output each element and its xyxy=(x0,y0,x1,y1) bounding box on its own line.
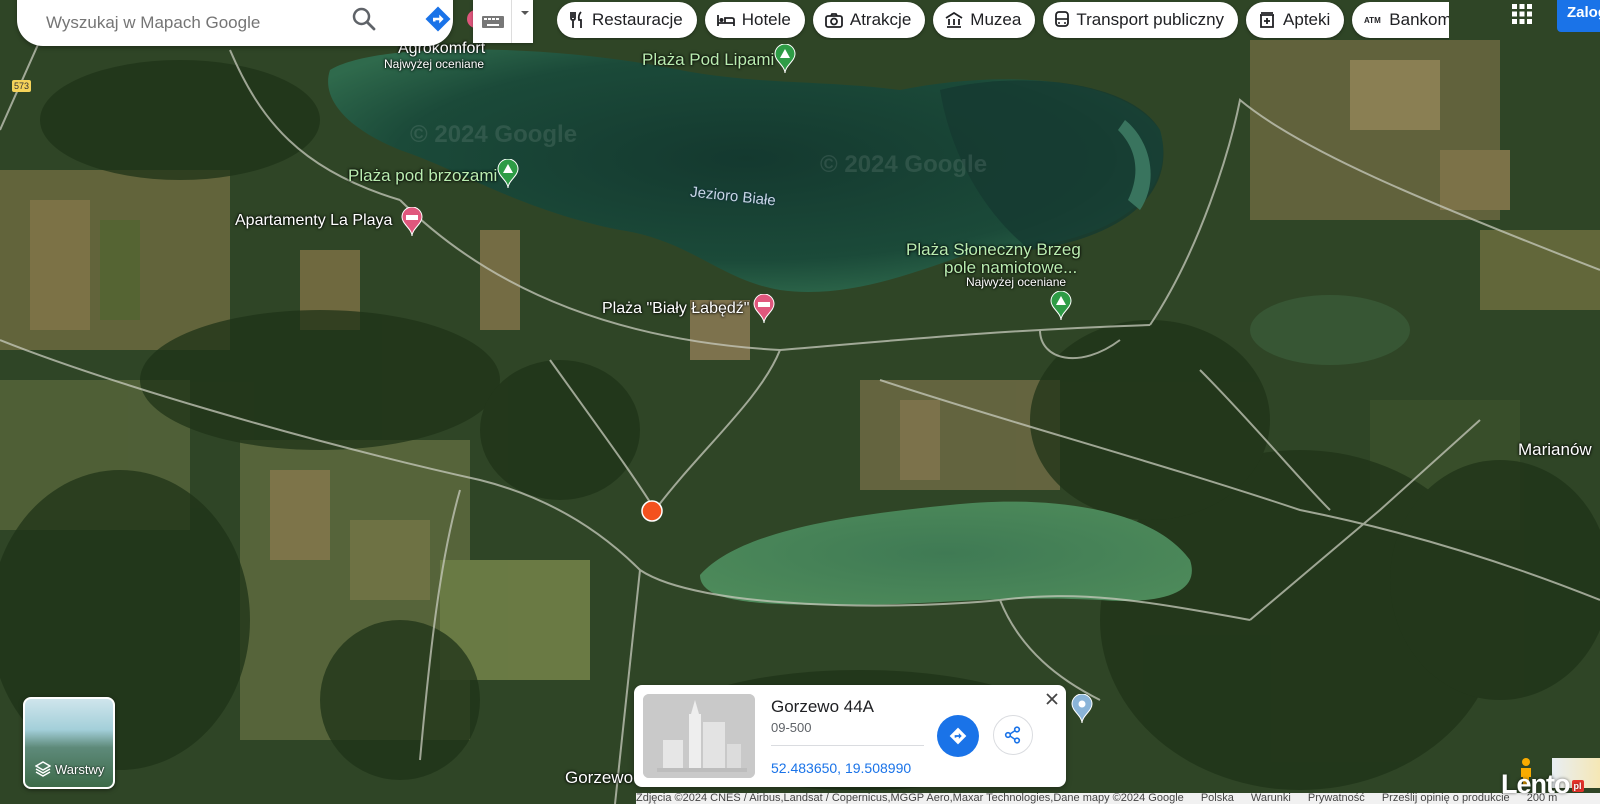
chip-pharmacies[interactable]: Apteki xyxy=(1246,2,1345,38)
bus-icon xyxy=(1055,11,1070,27)
museum-icon xyxy=(945,12,963,28)
town-label-marianow: Marianów xyxy=(1518,440,1592,459)
apps-grid-icon[interactable] xyxy=(1511,3,1533,25)
fork-knife-icon xyxy=(570,11,582,28)
selected-location-marker[interactable] xyxy=(641,500,663,522)
chip-hotels[interactable]: Hotele xyxy=(704,2,805,38)
chip-label: Restauracje xyxy=(592,10,683,29)
chip-atm[interactable]: ATM Bankomaty xyxy=(1352,2,1449,38)
input-tools-button[interactable] xyxy=(473,0,533,43)
place-label-plaza-pod-lipami[interactable]: Plaża Pod Lipami xyxy=(642,50,774,70)
place-postal-code: 09-500 xyxy=(771,720,812,735)
chip-label: Muzea xyxy=(970,10,1022,29)
chip-public-transport[interactable]: Transport publiczny xyxy=(1043,2,1239,38)
card-share-button[interactable] xyxy=(993,715,1033,755)
category-chips: Restauracje Hotele Atrakcje Muzea Transp… xyxy=(557,2,1449,40)
card-divider xyxy=(771,745,924,746)
site-watermark-badge: pl xyxy=(1571,779,1584,792)
chip-label: Bankomaty xyxy=(1389,10,1449,29)
directions-icon[interactable] xyxy=(423,4,453,34)
search-icon[interactable] xyxy=(349,4,379,34)
layers-icon xyxy=(35,761,51,777)
atm-icon: ATM xyxy=(1364,16,1381,25)
park-pin-icon[interactable] xyxy=(1050,291,1072,321)
pharmacy-icon xyxy=(1260,12,1275,28)
close-icon[interactable] xyxy=(1044,691,1060,707)
bed-icon xyxy=(716,15,735,26)
card-directions-button[interactable] xyxy=(937,715,979,757)
chip-label: Transport publiczny xyxy=(1076,10,1225,29)
map-footer: Zdjęcia ©2024 CNES / Airbus,Landsat / Co… xyxy=(636,793,1600,804)
building-placeholder-icon xyxy=(643,694,755,778)
place-coordinates-link[interactable]: 52.483650, 19.508990 xyxy=(771,760,911,776)
map-watermark: © 2024 Google xyxy=(410,121,577,148)
footer-country[interactable]: Polska xyxy=(1201,793,1234,804)
keyboard-icon xyxy=(482,15,504,28)
chip-restaurants[interactable]: Restauracje xyxy=(557,2,697,38)
place-title: Gorzewo 44A xyxy=(771,697,874,716)
footer-terms-link[interactable]: Warunki xyxy=(1251,793,1291,804)
search-box xyxy=(17,0,453,46)
hotel-pin-icon[interactable] xyxy=(753,294,775,324)
street-view-thumbnail[interactable] xyxy=(643,694,755,778)
place-label-apartamenty[interactable]: Apartamenty La Playa xyxy=(235,212,392,230)
map-watermark-2: © 2024 Google xyxy=(820,151,987,178)
hotel-pin-icon[interactable] xyxy=(401,207,423,237)
chip-label: Apteki xyxy=(1283,10,1331,29)
footer-feedback-link[interactable]: Prześlij opinię o produkcie xyxy=(1382,793,1510,804)
camera-icon xyxy=(824,13,843,28)
site-watermark-name: Lento xyxy=(1501,769,1570,799)
place-label-agrokomfort-rating: Najwyżej oceniane xyxy=(384,57,485,71)
place-label-plaza-sloneczny[interactable]: Plaża Słoneczny Brzeg xyxy=(906,240,1081,260)
chip-attractions[interactable]: Atrakcje xyxy=(812,2,926,38)
layers-label: Warstwy xyxy=(55,762,105,777)
road-number-573: 573 xyxy=(12,80,32,92)
share-icon xyxy=(1004,726,1021,744)
place-label-bialy-labedz[interactable]: Plaża "Biały Łabędź" xyxy=(602,300,749,318)
park-pin-icon[interactable] xyxy=(497,159,519,189)
place-info-card[interactable]: Gorzewo 44A 09-500 52.483650, 19.508990 xyxy=(634,685,1066,787)
place-label-sloneczny-rating: Najwyżej oceniane xyxy=(966,275,1067,289)
imagery-attribution: Zdjęcia ©2024 CNES / Airbus,Landsat / Co… xyxy=(636,793,1184,804)
town-label-gorzewo: Gorzewo xyxy=(565,768,634,787)
site-watermark: Lento pl xyxy=(1501,769,1584,800)
login-button[interactable]: Zaloguj się xyxy=(1557,0,1600,32)
satellite-map[interactable]: © 2024 Google © 2024 Google xyxy=(0,0,1600,804)
chevron-down-icon[interactable] xyxy=(519,9,531,17)
park-pin-icon[interactable] xyxy=(774,44,796,74)
directions-icon xyxy=(949,727,967,745)
place-label-plaza-pod-brzozami[interactable]: Plaża pod brzozami xyxy=(348,166,497,186)
chip-museums[interactable]: Muzea xyxy=(933,2,1036,38)
chip-label: Atrakcje xyxy=(849,10,912,29)
svg-text:ATM: ATM xyxy=(1364,16,1381,25)
location-pin-icon[interactable] xyxy=(1071,694,1093,724)
layers-button[interactable]: Warstwy xyxy=(23,697,115,789)
chip-label: Hotele xyxy=(741,10,791,29)
search-input[interactable] xyxy=(44,12,338,34)
footer-privacy-link[interactable]: Prywatność xyxy=(1308,793,1365,804)
